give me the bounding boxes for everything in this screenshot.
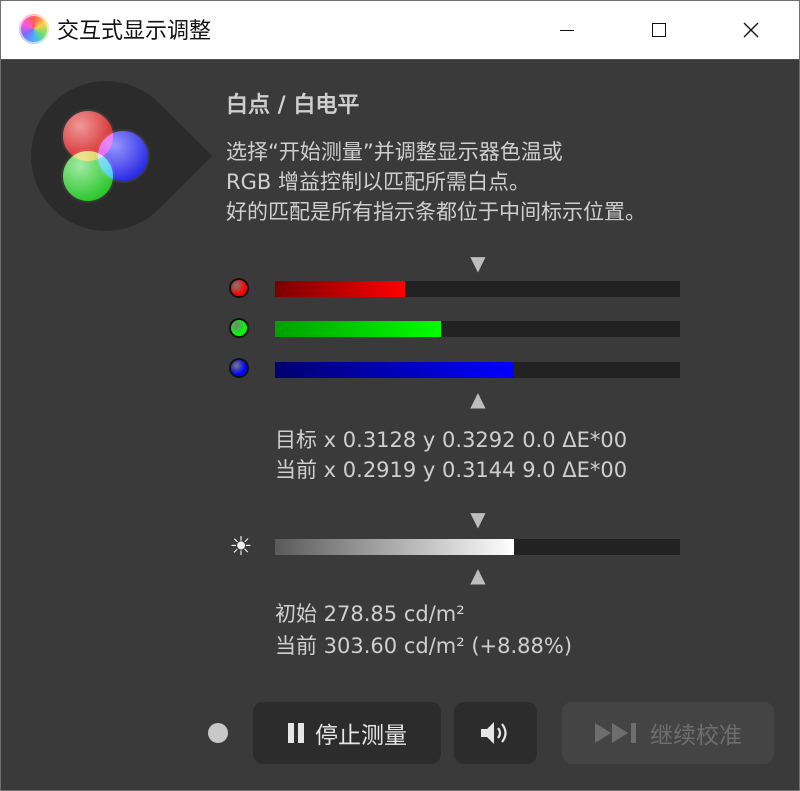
window-title: 交互式显示调整 <box>57 19 212 44</box>
maximize-icon <box>652 23 666 37</box>
blue-bar <box>275 362 680 378</box>
target-readout: 目标 x 0.3128 y 0.3292 0.0 ΔE*00 <box>275 428 628 452</box>
app-icon <box>19 14 49 44</box>
brightness-marker-up-icon: ▲ <box>470 563 486 587</box>
red-bar-fill <box>275 281 405 297</box>
instructions: 选择“开始测量”并调整显示器色温或 RGB 增益控制以匹配所需白点。 好的匹配是… <box>226 137 786 227</box>
blue-bar-fill <box>275 362 514 378</box>
green-dot <box>231 320 247 336</box>
skip-forward-icon <box>595 723 636 743</box>
target-marker-up-icon: ▲ <box>470 387 486 411</box>
target-marker-down-icon: ▼ <box>470 251 486 275</box>
initial-luminance: 初始 278.85 cd/m² <box>275 602 465 626</box>
green-bar <box>275 321 680 337</box>
stop-measurement-label: 停止测量 <box>315 723 407 749</box>
close-icon <box>743 22 759 38</box>
stop-measurement-button[interactable]: 停止测量 <box>253 702 441 764</box>
rgb-circles-icon <box>61 109 150 203</box>
brightness-marker-down-icon: ▼ <box>470 507 486 531</box>
instructions-line: 好的匹配是所有指示条都位于中间标示位置。 <box>226 200 646 224</box>
close-button[interactable] <box>705 1 797 59</box>
pause-icon <box>288 723 304 743</box>
minimize-button[interactable] <box>521 1 613 59</box>
blue-dot <box>231 360 247 376</box>
brightness-bar-fill <box>275 539 514 555</box>
speaker-icon <box>480 722 507 744</box>
red-bar <box>275 281 680 297</box>
continue-calibration-button[interactable]: 继续校准 <box>562 702 774 764</box>
continue-calibration-label: 继续校准 <box>650 723 742 749</box>
section-heading: 白点 / 白电平 <box>226 93 360 118</box>
instructions-line: RGB 增益控制以匹配所需白点。 <box>226 170 530 194</box>
brightness-bar <box>275 539 680 555</box>
maximize-button[interactable] <box>613 1 705 59</box>
sound-button[interactable] <box>454 702 537 764</box>
title-bar: 交互式显示调整 <box>1 1 799 60</box>
green-bar-fill <box>275 321 442 337</box>
brightness-sun-icon: ☀ <box>229 532 253 562</box>
red-dot <box>231 280 247 296</box>
logo <box>1 49 213 263</box>
current-luminance: 当前 303.60 cd/m² (+8.88%) <box>275 634 573 658</box>
app-window: 交互式显示调整 白点 / 白电平 选择“开始测量”并调整显示器色温或 RGB 增… <box>0 0 800 791</box>
instructions-line: 选择“开始测量”并调整显示器色温或 <box>226 140 563 164</box>
status-indicator <box>208 723 228 743</box>
current-readout: 当前 x 0.2919 y 0.3144 9.0 ΔE*00 <box>275 458 628 482</box>
minimize-icon <box>560 29 574 31</box>
